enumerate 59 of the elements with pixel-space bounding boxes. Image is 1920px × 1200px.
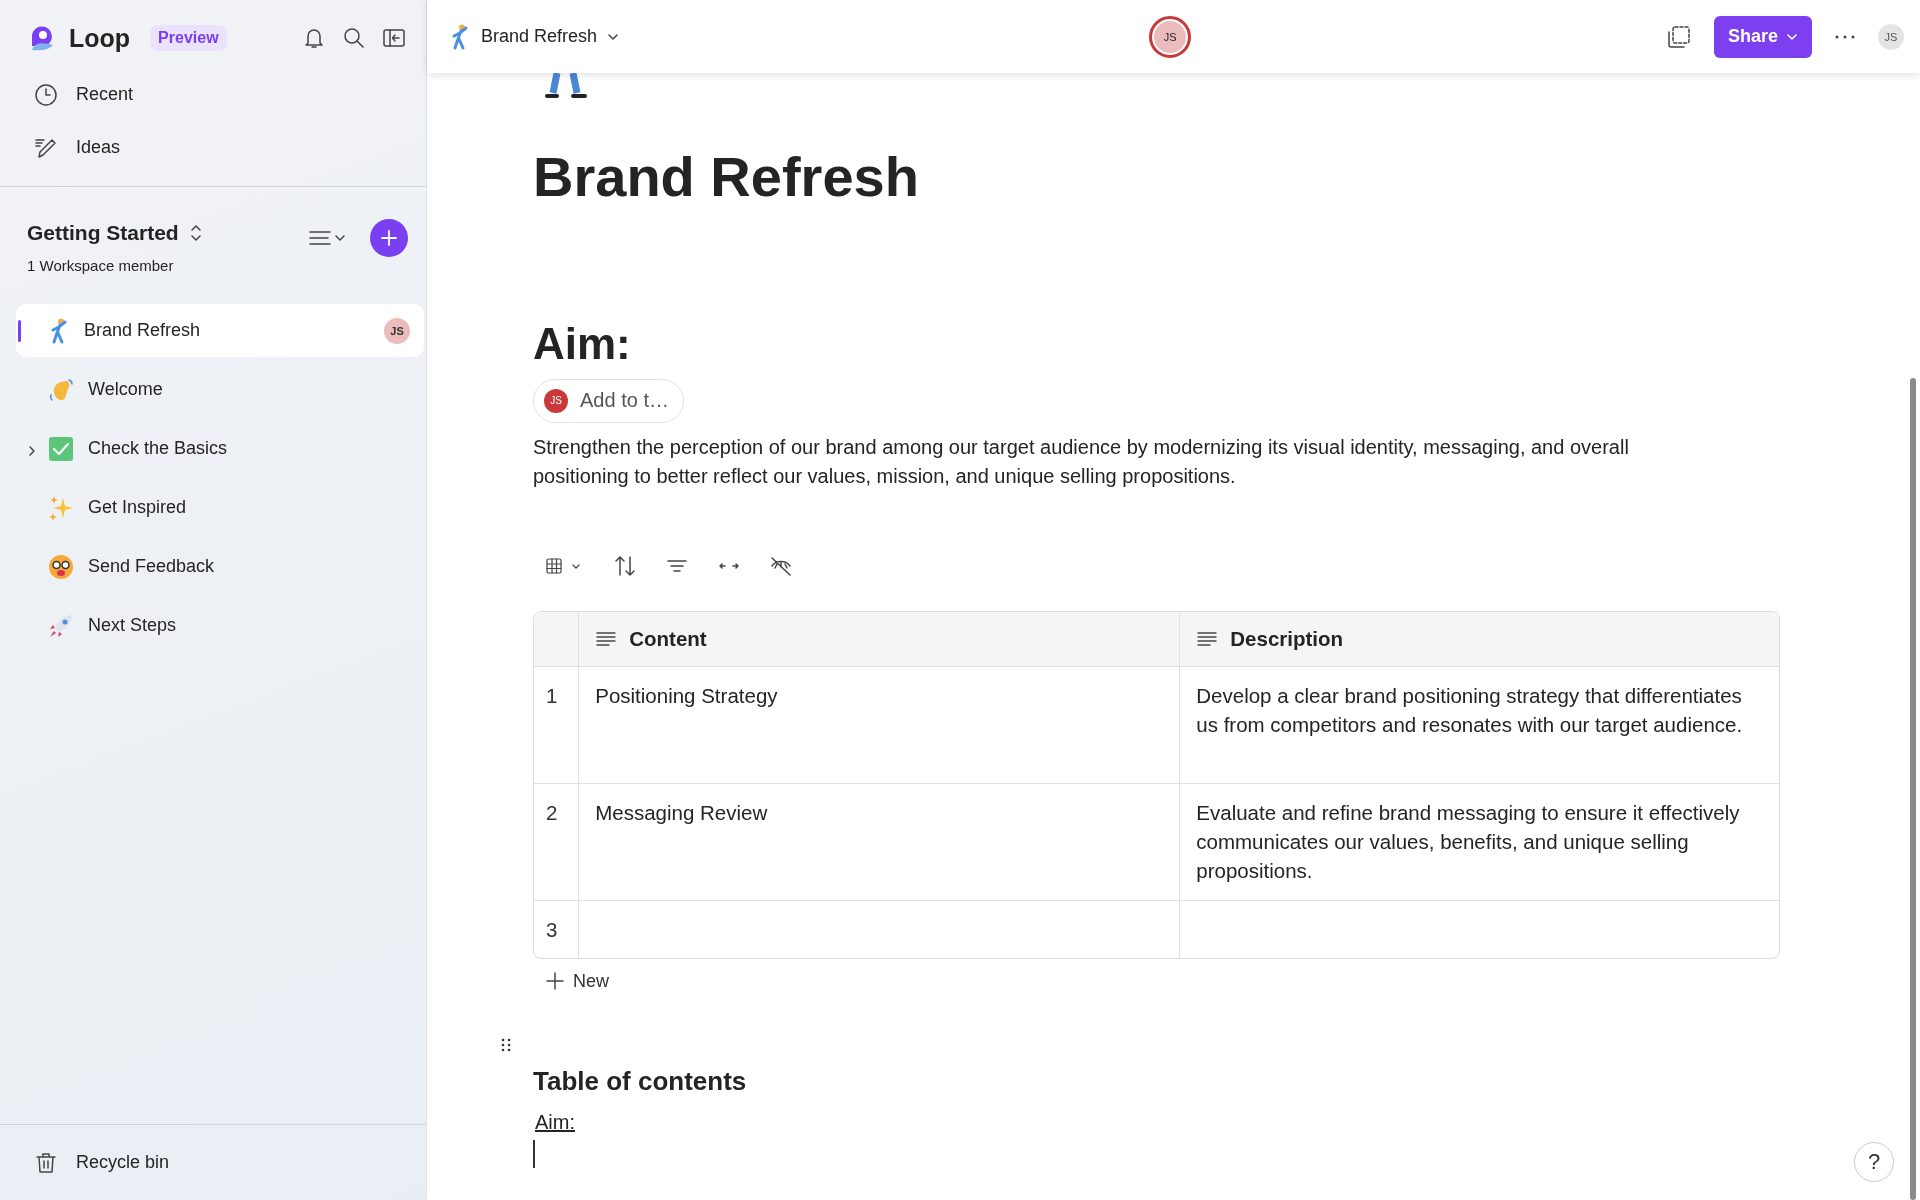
user-avatar[interactable]: JS [1878,23,1904,50]
assign-chip[interactable]: JS Add to t… [533,378,684,423]
share-button[interactable]: Share [1713,15,1812,58]
section-heading: Aim: [533,320,631,369]
drag-handle-icon[interactable] [501,1037,511,1052]
text-cursor [533,1139,535,1168]
app-name: Loop [69,23,131,53]
workspace-members: 1 Workspace member [27,257,175,274]
column-header[interactable]: Description [1230,626,1344,651]
avatar: JS [384,317,410,344]
table-cell: Positioning Strategy [595,683,778,707]
plus-icon [545,971,565,992]
workspace-title[interactable]: Getting Started [27,221,179,245]
hide-icon[interactable] [769,554,793,577]
page-item[interactable]: Check the Basics [16,422,424,475]
copy-frame-icon[interactable] [1665,23,1692,50]
recycle-bin-item[interactable]: Recycle bin [34,1136,170,1189]
table-cell: Evaluate and refine brand messaging to ensure it effectively communicates our values, benefits, and unique selling propositions. [1196,800,1740,882]
page-item[interactable]: Get Inspired [16,481,424,534]
toc-heading: Table of contents [533,1065,747,1097]
add-page-button[interactable] [370,219,408,257]
page-item[interactable]: Send Feedback [16,540,424,593]
more-icon[interactable] [1834,33,1856,40]
page-item[interactable]: Brand Refresh JS [16,304,424,357]
plus-icon [380,229,398,247]
page-item[interactable]: Welcome [16,363,424,416]
nav-item[interactable]: Ideas [34,121,121,174]
nav-item[interactable]: Recent [34,68,134,121]
page-item[interactable]: Next Steps [16,599,424,652]
rocket-icon [48,612,74,639]
collapse-sidebar-icon[interactable] [382,26,406,50]
help-button[interactable]: ? [1854,1142,1894,1182]
collaborator-avatar[interactable]: JS [1149,15,1192,58]
bell-icon[interactable] [302,26,326,50]
scroll-bar[interactable] [1910,378,1916,1200]
trash-icon [34,1150,58,1175]
toc-link[interactable]: Aim: [535,1110,575,1134]
lines-icon [595,630,618,647]
row-number: 3 [546,917,558,941]
sort-icon[interactable] [613,554,637,577]
new-row-button[interactable]: New [545,970,609,992]
check-box-icon [48,435,74,462]
paragraph: Strengthen the perception of our brand among our target audience by modernizing its visual identity, messaging, and overall positioning to better reflect our values, mission, and unique selling propositions. [533,434,1630,489]
figure-legs-icon [543,73,589,99]
sort-chevrons-icon[interactable] [188,223,203,243]
preview-badge: Preview [150,25,227,51]
sparkles-icon [48,494,74,521]
row-number: 1 [546,683,558,707]
column-header[interactable]: Content [629,626,707,651]
clock-icon [34,82,58,107]
table-cell: Develop a clear brand positioning strategy that differentiates us from competitors and resonates with our target audience. [1196,683,1743,736]
lines-icon [1196,630,1219,647]
page-title: Brand Refresh [533,144,919,210]
page-title-dropdown[interactable]: Brand Refresh [449,23,620,50]
row-number: 2 [546,800,558,824]
table-cell: Messaging Review [595,800,768,824]
nerd-face-icon [48,553,74,580]
search-icon[interactable] [342,26,366,50]
chevron-right-icon[interactable] [26,445,38,457]
